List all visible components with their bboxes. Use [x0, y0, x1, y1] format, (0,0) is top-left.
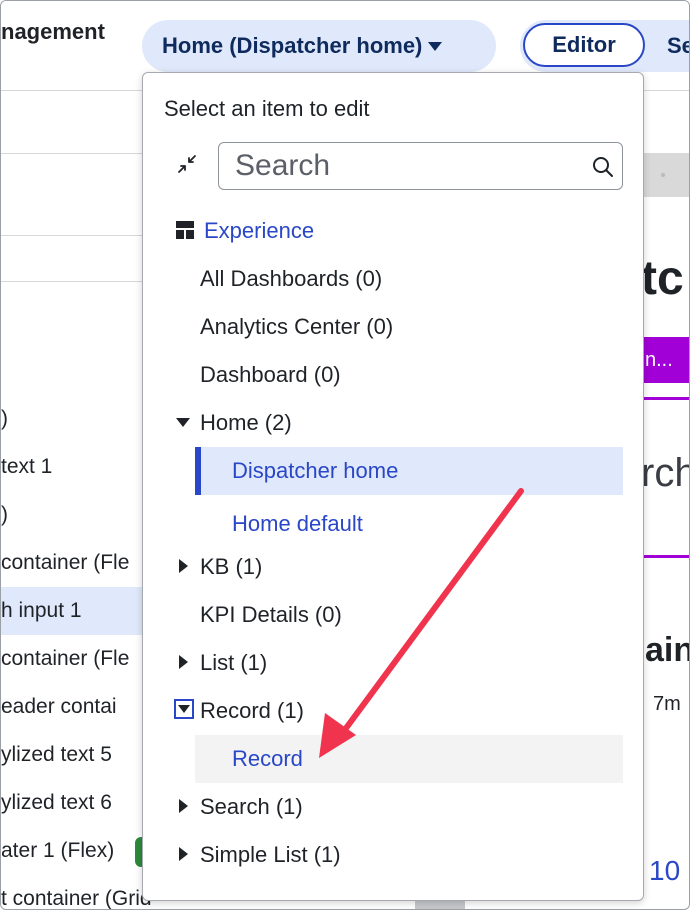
dropdown-item-kb[interactable]: KB (1): [143, 543, 643, 591]
preview-canvas: [641, 91, 689, 909]
canvas-button-label: n...: [645, 348, 673, 371]
collapse-icon[interactable]: [174, 151, 200, 177]
dropdown-item-list[interactable]: List (1): [143, 639, 643, 687]
page-select-dropdown: Select an item to edit Experience All Da…: [142, 72, 644, 901]
item-label: Dashboard (0): [200, 362, 341, 387]
layout-grid-icon: [176, 221, 194, 239]
item-label: Search (1): [200, 794, 303, 819]
tree-row[interactable]: container (Fle: [1, 635, 151, 683]
dropdown-title: Select an item to edit: [164, 96, 370, 121]
tree-row-selected[interactable]: h input 1: [1, 587, 151, 635]
divider: [1, 153, 151, 154]
tree-row[interactable]: ater 1 (Flex): [1, 827, 151, 875]
chevron-down-icon: [428, 41, 443, 51]
settings-mode-button[interactable]: Se: [667, 33, 689, 59]
selection-indicator: [195, 447, 201, 495]
collapsed-caret-icon[interactable]: [179, 655, 188, 669]
dropdown-item-record[interactable]: Record: [195, 735, 623, 783]
tree-row-label: container (Fle: [1, 551, 130, 574]
canvas-divider: [641, 555, 689, 558]
search-field[interactable]: [218, 142, 623, 190]
canvas-section-title: ain: [645, 631, 690, 669]
canvas-divider: [641, 397, 689, 400]
canvas-time: 7m: [653, 693, 681, 715]
tree-row[interactable]: text 1: [1, 443, 151, 491]
tree-row-label: container (Fle: [1, 647, 130, 670]
tree-row-label: ater 1 (Flex): [1, 839, 115, 862]
expanded-caret-icon[interactable]: [174, 699, 194, 719]
section-label: Experience: [204, 218, 315, 243]
canvas-search-text: rch: [641, 451, 689, 495]
tree-row-label: eader contai: [1, 695, 117, 718]
tree-row-label: t container (Grid): [1, 887, 151, 910]
editor-label: Editor: [552, 32, 616, 57]
tree-row-label: ): [1, 503, 8, 526]
collapsed-caret-icon[interactable]: [179, 847, 188, 861]
divider: [1, 281, 151, 282]
expanded-caret-icon[interactable]: [176, 418, 190, 427]
canvas-purple-button[interactable]: n...: [641, 337, 689, 383]
item-label: KPI Details (0): [200, 602, 342, 627]
item-label: List (1): [200, 650, 268, 675]
collapsed-caret-icon[interactable]: [179, 559, 188, 573]
tree-row[interactable]: container (Fle: [1, 539, 151, 587]
tree-row[interactable]: ylized text 6: [1, 779, 151, 827]
dropdown-item-analytics-center[interactable]: Analytics Center (0): [143, 303, 643, 351]
canvas-dot: [661, 173, 665, 177]
tree-row-label: ): [1, 407, 8, 430]
tree-row[interactable]: t container (Grid): [1, 875, 151, 910]
dropdown-item-dashboard[interactable]: Dashboard (0): [143, 351, 643, 399]
item-label: Analytics Center (0): [200, 314, 394, 339]
section-experience[interactable]: Experience: [143, 207, 643, 255]
dropdown-item-all-dashboards[interactable]: All Dashboards (0): [143, 255, 643, 303]
item-label: Home default: [232, 511, 363, 536]
tree-row-label: ylized text 5: [1, 743, 112, 766]
item-label: Home (2): [200, 410, 292, 435]
dropdown-item-dispatcher-home[interactable]: Dispatcher home: [195, 447, 623, 495]
divider: [1, 235, 151, 236]
tree-row[interactable]: ): [1, 395, 151, 443]
search-input[interactable]: [235, 149, 575, 183]
tree-row-label: h input 1: [1, 599, 82, 622]
collapsed-caret-icon[interactable]: [179, 799, 188, 813]
item-label: Record: [232, 746, 303, 771]
editor-mode-button[interactable]: Editor: [523, 23, 645, 67]
tree-row[interactable]: ): [1, 491, 151, 539]
dropdown-item-kpi-details[interactable]: KPI Details (0): [143, 591, 643, 639]
item-label: Simple List (1): [200, 842, 341, 867]
dropdown-item-home[interactable]: Home (2): [143, 399, 643, 447]
dropdown-item-simple-list[interactable]: Simple List (1): [143, 831, 643, 879]
canvas-link[interactable]: 10: [649, 855, 680, 887]
tree-row-label: text 1: [1, 455, 53, 478]
page-picker-button[interactable]: Home (Dispatcher home): [142, 20, 496, 72]
tree-row[interactable]: ylized text 5: [1, 731, 151, 779]
tree-row-label: ylized text 6: [1, 791, 112, 814]
item-label: All Dashboards (0): [200, 266, 383, 291]
dropdown-item-search[interactable]: Search (1): [143, 783, 643, 831]
dropdown-item-record-group[interactable]: Record (1): [143, 687, 643, 735]
app-window: ) text 1 ) container (Fle h input 1 cont…: [0, 0, 690, 910]
tree-row[interactable]: eader contai: [1, 683, 151, 731]
item-label: Dispatcher home: [232, 458, 399, 483]
search-icon[interactable]: [591, 155, 615, 179]
canvas-toolbar: [641, 153, 689, 197]
page-picker-label: Home (Dispatcher home): [162, 33, 423, 58]
item-label: KB (1): [200, 554, 263, 579]
app-title: nagement: [1, 19, 105, 44]
dropdown-item-home-default[interactable]: Home default: [143, 500, 643, 548]
canvas-heading: tc: [641, 252, 684, 305]
item-label: Record (1): [200, 698, 304, 723]
